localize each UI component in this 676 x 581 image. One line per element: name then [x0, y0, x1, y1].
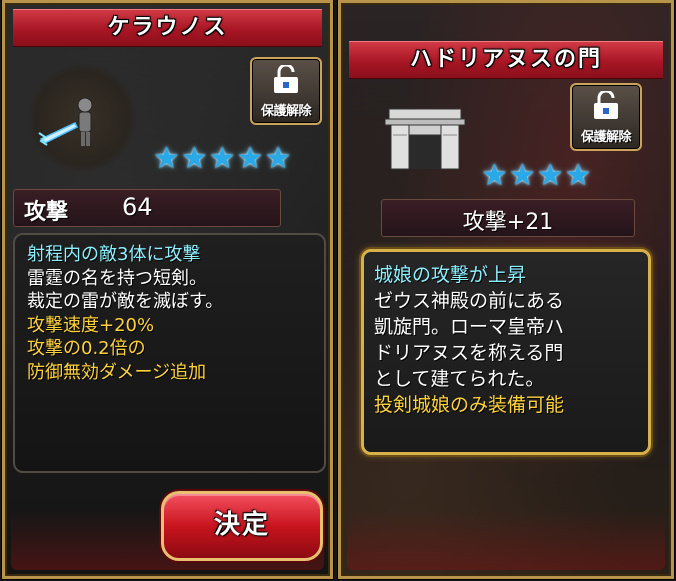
effect-line: 防御無効ダメージ追加 [27, 361, 207, 383]
floral-decoration [347, 510, 665, 570]
attack-label: 攻撃 [24, 200, 69, 225]
decide-button[interactable]: 決定 [161, 491, 323, 561]
flavor-line: 雷霆の名を持つ短剣。 [27, 267, 207, 289]
right-item-title: ハドリアヌスの門 [349, 41, 663, 79]
protection-release-button[interactable]: 保護解除 [570, 83, 642, 151]
flavor-line: ゼウス神殿の前にある [374, 290, 565, 312]
gate-icon [384, 105, 466, 173]
skill-line: 射程内の敵3体に攻撃 [27, 244, 201, 265]
protection-release-button[interactable]: 保護解除 [250, 57, 322, 125]
rarity-stars: ★★★★★ [153, 141, 293, 176]
attack-bonus: 攻撃+21 [462, 210, 554, 235]
flavor-line: 裁定の雷が敵を滅ぼす。 [27, 291, 224, 312]
attack-value: 64 [122, 193, 153, 221]
left-item-title: ケラウノス [13, 9, 322, 47]
flavor-line: として建てられた。 [374, 368, 545, 390]
flavor-line: ドリアヌスを称える門 [374, 342, 564, 364]
restriction-line: 投剣城娘のみ装備可能 [374, 394, 565, 416]
lock-icon [572, 89, 640, 129]
left-item-panel: ケラウノス 保護解除 ★★★★★ 攻撃 64 射程内の敵3体に攻撃 雷霆の名を持… [2, 0, 333, 579]
dagger-icon [35, 93, 115, 153]
protection-release-label: 保護解除 [580, 130, 632, 145]
skill-line: 城娘の攻撃が上昇 [374, 264, 527, 286]
effect-line: 攻撃速度+20% [27, 314, 155, 336]
attack-stat-bar: 攻撃 64 [13, 189, 281, 227]
item-description: 射程内の敵3体に攻撃 雷霆の名を持つ短剣。 裁定の雷が敵を滅ぼす。 攻撃速度+2… [13, 233, 326, 473]
effect-line: 攻撃の0.2倍の [27, 338, 146, 359]
protection-release-label: 保護解除 [260, 104, 312, 119]
right-item-panel: ハドリアヌスの門 保護解除 ★★★★ 攻撃+21 城娘の攻撃が上昇 ゼウス神殿の… [338, 0, 674, 579]
flavor-line: 凱旋門。ローマ皇帝ハ [374, 316, 565, 338]
lock-icon [252, 63, 320, 103]
rarity-stars: ★★★★ [481, 158, 593, 193]
attack-stat-bar: 攻撃+21 [381, 199, 635, 237]
item-description: 城娘の攻撃が上昇 ゼウス神殿の前にある 凱旋門。ローマ皇帝ハ ドリアヌスを称える… [361, 249, 651, 455]
